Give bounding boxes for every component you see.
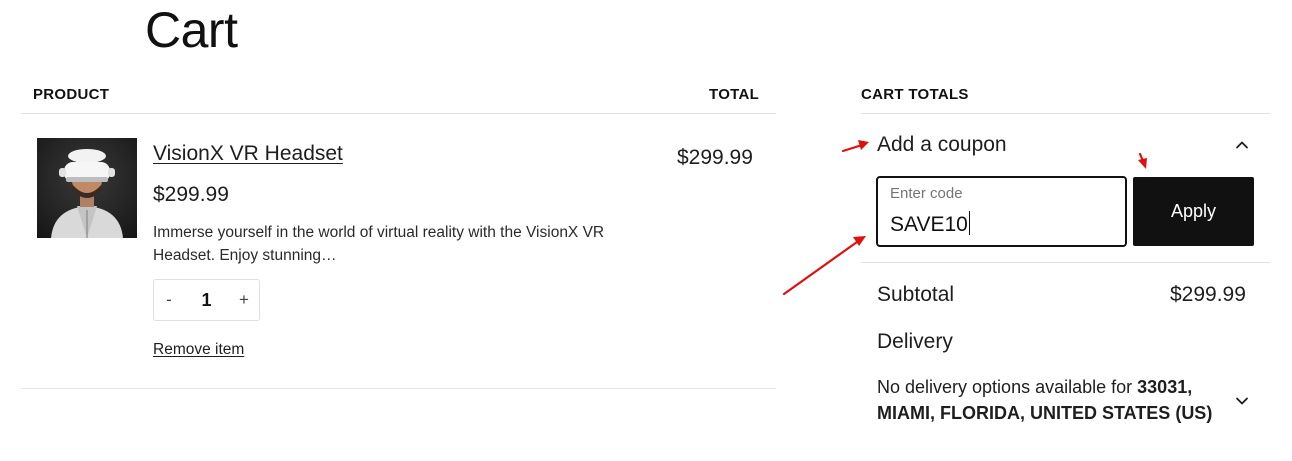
delivery-message-prefix: No delivery options available for [877, 377, 1133, 397]
add-coupon-toggle[interactable]: Add a coupon [877, 132, 1007, 158]
page-title: Cart [145, 2, 238, 58]
product-description: Immerse yourself in the world of virtual… [153, 224, 605, 264]
apply-coupon-button[interactable]: Apply [1133, 177, 1254, 246]
product-name-link[interactable]: VisionX VR Headset [153, 141, 343, 167]
total-column-header: TOTAL [709, 86, 760, 103]
chevron-down-icon[interactable] [1232, 391, 1252, 411]
product-price: $299.99 [153, 183, 229, 206]
delivery-location-postcode: 33031, [1137, 377, 1193, 397]
quantity-input[interactable]: 1 [184, 280, 229, 320]
delivery-message: No delivery options available for 33031,… [877, 374, 1227, 426]
cart-item-divider [21, 388, 776, 389]
subtotal-label: Subtotal [877, 283, 955, 306]
coupon-divider [861, 262, 1270, 263]
text-caret [968, 211, 970, 235]
cart-totals-header-divider [861, 113, 1270, 114]
chevron-up-icon[interactable] [1232, 135, 1252, 155]
product-thumbnail[interactable] [37, 138, 137, 238]
quantity-increase-button[interactable]: + [229, 280, 259, 320]
remove-item-link[interactable]: Remove item [153, 340, 244, 360]
product-column-header: PRODUCT [33, 86, 110, 103]
line-total: $299.99 [677, 146, 753, 169]
delivery-location-address: MIAMI, FLORIDA, UNITED STATES (US) [877, 403, 1213, 423]
arrow-to-coupon-toggle [841, 140, 869, 153]
vr-person-image [37, 138, 137, 238]
quantity-decrease-button[interactable]: - [154, 280, 184, 320]
coupon-code-input[interactable]: Enter code SAVE10 [876, 176, 1127, 247]
coupon-code-value: SAVE10 [890, 211, 970, 236]
delivery-label: Delivery [877, 330, 953, 353]
cart-totals-header: CART TOTALS [861, 86, 969, 103]
coupon-code-label: Enter code [890, 185, 963, 202]
subtotal-value: $299.99 [1170, 283, 1246, 306]
arrow-to-apply-button [1138, 152, 1147, 169]
arrow-to-coupon-input [782, 236, 866, 296]
quantity-stepper: - 1 + [153, 279, 260, 321]
cart-table-header-divider [21, 113, 776, 114]
